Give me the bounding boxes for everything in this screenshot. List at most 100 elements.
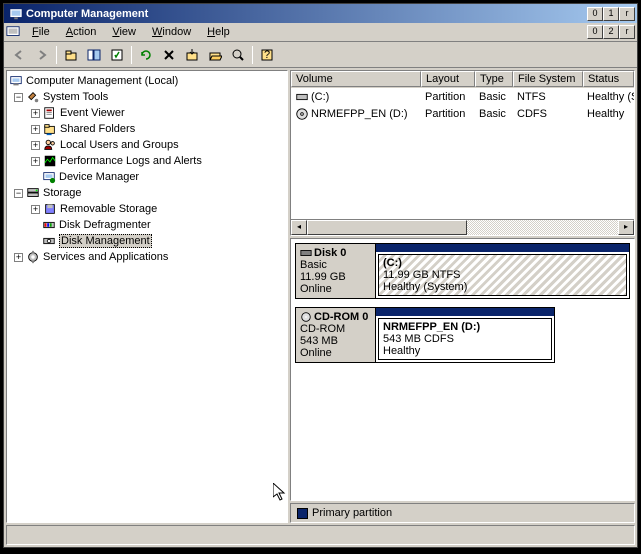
menu-window[interactable]: Window	[144, 24, 199, 40]
menu-view[interactable]: View	[104, 24, 144, 40]
storage-icon	[26, 186, 40, 200]
title-bar[interactable]: Computer Management 0 1 r	[4, 4, 637, 23]
refresh-button[interactable]	[135, 44, 157, 66]
app-icon	[9, 7, 23, 21]
workspace: Computer Management (Local) − System Too…	[4, 68, 637, 525]
users-icon	[43, 138, 57, 152]
tree-shared-folders[interactable]: + Shared Folders	[9, 121, 285, 137]
expand-icon[interactable]: +	[14, 253, 23, 262]
tools-icon	[26, 90, 40, 104]
tree-storage[interactable]: − Storage	[9, 185, 285, 201]
device-mgr-icon	[42, 170, 56, 184]
mdi-minimize-button[interactable]: 0	[587, 25, 603, 39]
expand-icon[interactable]: +	[31, 141, 40, 150]
tree-label: Performance Logs and Alerts	[60, 155, 202, 167]
col-status[interactable]: Status	[583, 71, 634, 87]
close-button[interactable]: r	[619, 7, 635, 21]
tree-perf-logs[interactable]: + Performance Logs and Alerts	[9, 153, 285, 169]
mdi-restore-button[interactable]: 2	[603, 25, 619, 39]
disk-mgmt-icon	[42, 234, 56, 248]
scroll-thumb[interactable]	[307, 220, 467, 235]
scroll-right-button[interactable]: ▸	[618, 220, 634, 235]
tree-label: Device Manager	[59, 171, 139, 183]
forward-button[interactable]	[31, 44, 53, 66]
horizontal-scrollbar[interactable]: ◂ ▸	[291, 219, 634, 235]
tree-disk-mgmt[interactable]: Disk Management	[9, 233, 285, 249]
disk-box[interactable]: Disk 0 Basic 11.99 GB Online (C:) 11.99 …	[295, 243, 630, 299]
disk-icon	[295, 90, 309, 104]
up-button[interactable]	[60, 44, 82, 66]
maximize-button[interactable]: 1	[603, 7, 619, 21]
disk-box[interactable]: CD-ROM 0 CD-ROM 543 MB Online NRMEFPP_EN…	[295, 307, 555, 363]
scroll-left-button[interactable]: ◂	[291, 220, 307, 235]
col-layout[interactable]: Layout	[421, 71, 475, 87]
expand-icon[interactable]: +	[31, 157, 40, 166]
tree-defrag[interactable]: Disk Defragmenter	[9, 217, 285, 233]
find-button[interactable]	[227, 44, 249, 66]
menu-file[interactable]: File	[24, 24, 58, 40]
tree-label: Computer Management (Local)	[26, 75, 178, 87]
menu-action[interactable]: Action	[58, 24, 105, 40]
tree-label: Local Users and Groups	[60, 139, 179, 151]
partition-box[interactable]: (C:) 11.99 GB NTFS Healthy (System)	[378, 254, 627, 296]
removable-icon	[43, 202, 57, 216]
export-button[interactable]	[181, 44, 203, 66]
defrag-icon	[42, 218, 56, 232]
tree-root[interactable]: Computer Management (Local)	[9, 73, 285, 89]
tree-services[interactable]: + Services and Applications	[9, 249, 285, 265]
status-bar	[6, 525, 635, 545]
tree-event-viewer[interactable]: + Event Viewer	[9, 105, 285, 121]
help-button[interactable]: ?	[256, 44, 278, 66]
legend-panel: Primary partition	[290, 503, 635, 523]
col-fs[interactable]: File System	[513, 71, 583, 87]
event-viewer-icon	[43, 106, 57, 120]
col-volume[interactable]: Volume	[291, 71, 421, 87]
tree-label: System Tools	[43, 91, 108, 103]
delete-button[interactable]	[158, 44, 180, 66]
tree-system-tools[interactable]: − System Tools	[9, 89, 285, 105]
window-title: Computer Management	[26, 8, 587, 20]
expand-icon[interactable]: +	[31, 125, 40, 134]
tree-label: Disk Defragmenter	[59, 219, 151, 231]
tree-label: Event Viewer	[60, 107, 125, 119]
tree-device-mgr[interactable]: Device Manager	[9, 169, 285, 185]
volume-list-panel: Volume Layout Type File System Status (C…	[290, 70, 635, 236]
disk-header-bar	[376, 244, 629, 252]
col-type[interactable]: Type	[475, 71, 513, 87]
shared-folders-icon	[43, 122, 57, 136]
partition-box[interactable]: NRMEFPP_EN (D:) 543 MB CDFS Healthy	[378, 318, 552, 360]
menu-bar: File Action View Window Help 0 2 r	[4, 23, 637, 42]
disk-header-bar	[376, 308, 554, 316]
cdrom-icon	[300, 311, 312, 323]
expand-icon[interactable]: +	[31, 205, 40, 214]
tree-removable[interactable]: + Removable Storage	[9, 201, 285, 217]
hdd-icon	[300, 247, 312, 259]
expand-icon[interactable]: +	[31, 109, 40, 118]
tree-label-selected: Disk Management	[59, 234, 152, 248]
tree-label: Removable Storage	[60, 203, 157, 215]
services-icon	[26, 250, 40, 264]
svg-text:?: ?	[264, 49, 270, 61]
disk-graphical-panel[interactable]: Disk 0 Basic 11.99 GB Online (C:) 11.99 …	[290, 238, 635, 501]
mdi-close-button[interactable]: r	[619, 25, 635, 39]
collapse-icon[interactable]: −	[14, 93, 23, 102]
tree-label: Services and Applications	[43, 251, 168, 263]
menu-help[interactable]: Help	[199, 24, 238, 40]
tree-local-users[interactable]: + Local Users and Groups	[9, 137, 285, 153]
minimize-button[interactable]: 0	[587, 7, 603, 21]
perf-icon	[43, 154, 57, 168]
back-button[interactable]	[8, 44, 30, 66]
volume-header: Volume Layout Type File System Status	[291, 71, 634, 88]
legend-label: Primary partition	[312, 507, 392, 519]
mdi-icon	[6, 25, 20, 39]
properties-button[interactable]	[106, 44, 128, 66]
collapse-icon[interactable]: −	[14, 189, 23, 198]
computer-icon	[9, 74, 23, 88]
show-hide-tree-button[interactable]	[83, 44, 105, 66]
volume-row[interactable]: NRMEFPP_EN (D:) Partition Basic CDFS Hea…	[291, 105, 634, 122]
open-button[interactable]	[204, 44, 226, 66]
cd-icon	[295, 107, 309, 121]
volume-row[interactable]: (C:) Partition Basic NTFS Healthy (Syste…	[291, 88, 634, 105]
tree-panel[interactable]: Computer Management (Local) − System Too…	[6, 70, 288, 523]
right-panels: Volume Layout Type File System Status (C…	[290, 70, 635, 523]
